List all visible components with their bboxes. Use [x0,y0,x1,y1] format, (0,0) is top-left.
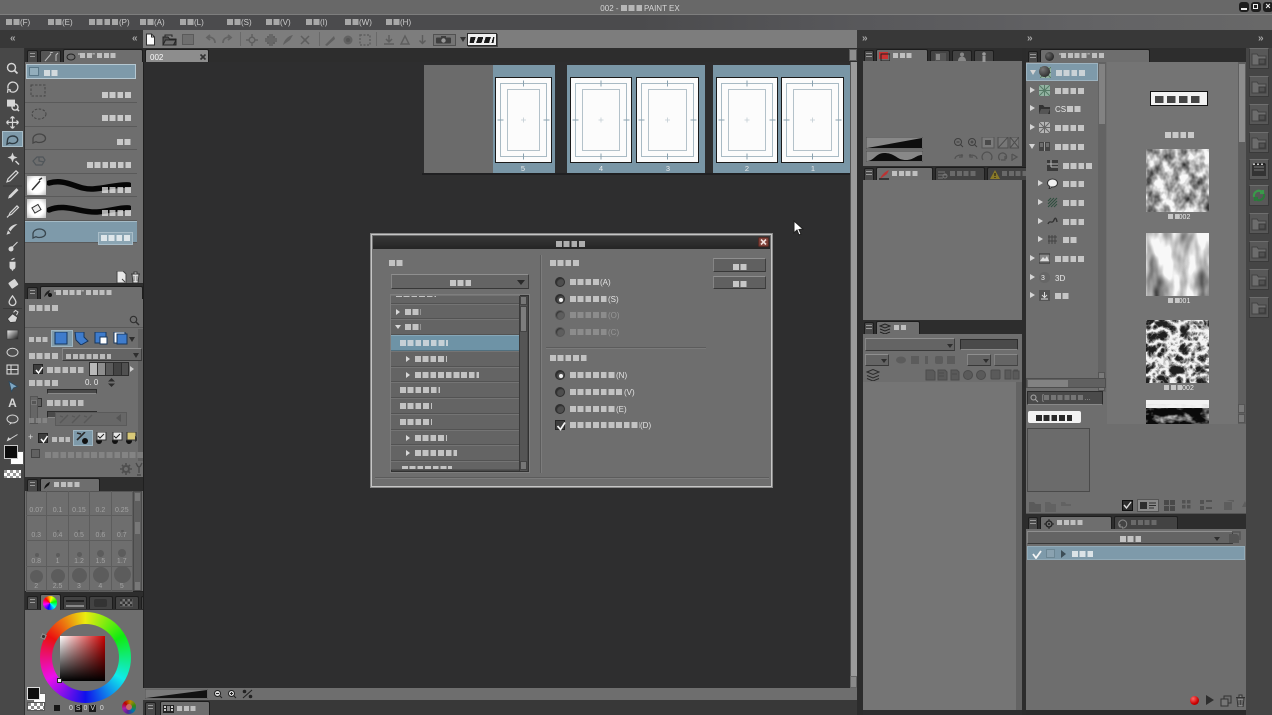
svg-text:3: 3 [1041,275,1045,282]
svg-text:A: A [8,396,17,410]
